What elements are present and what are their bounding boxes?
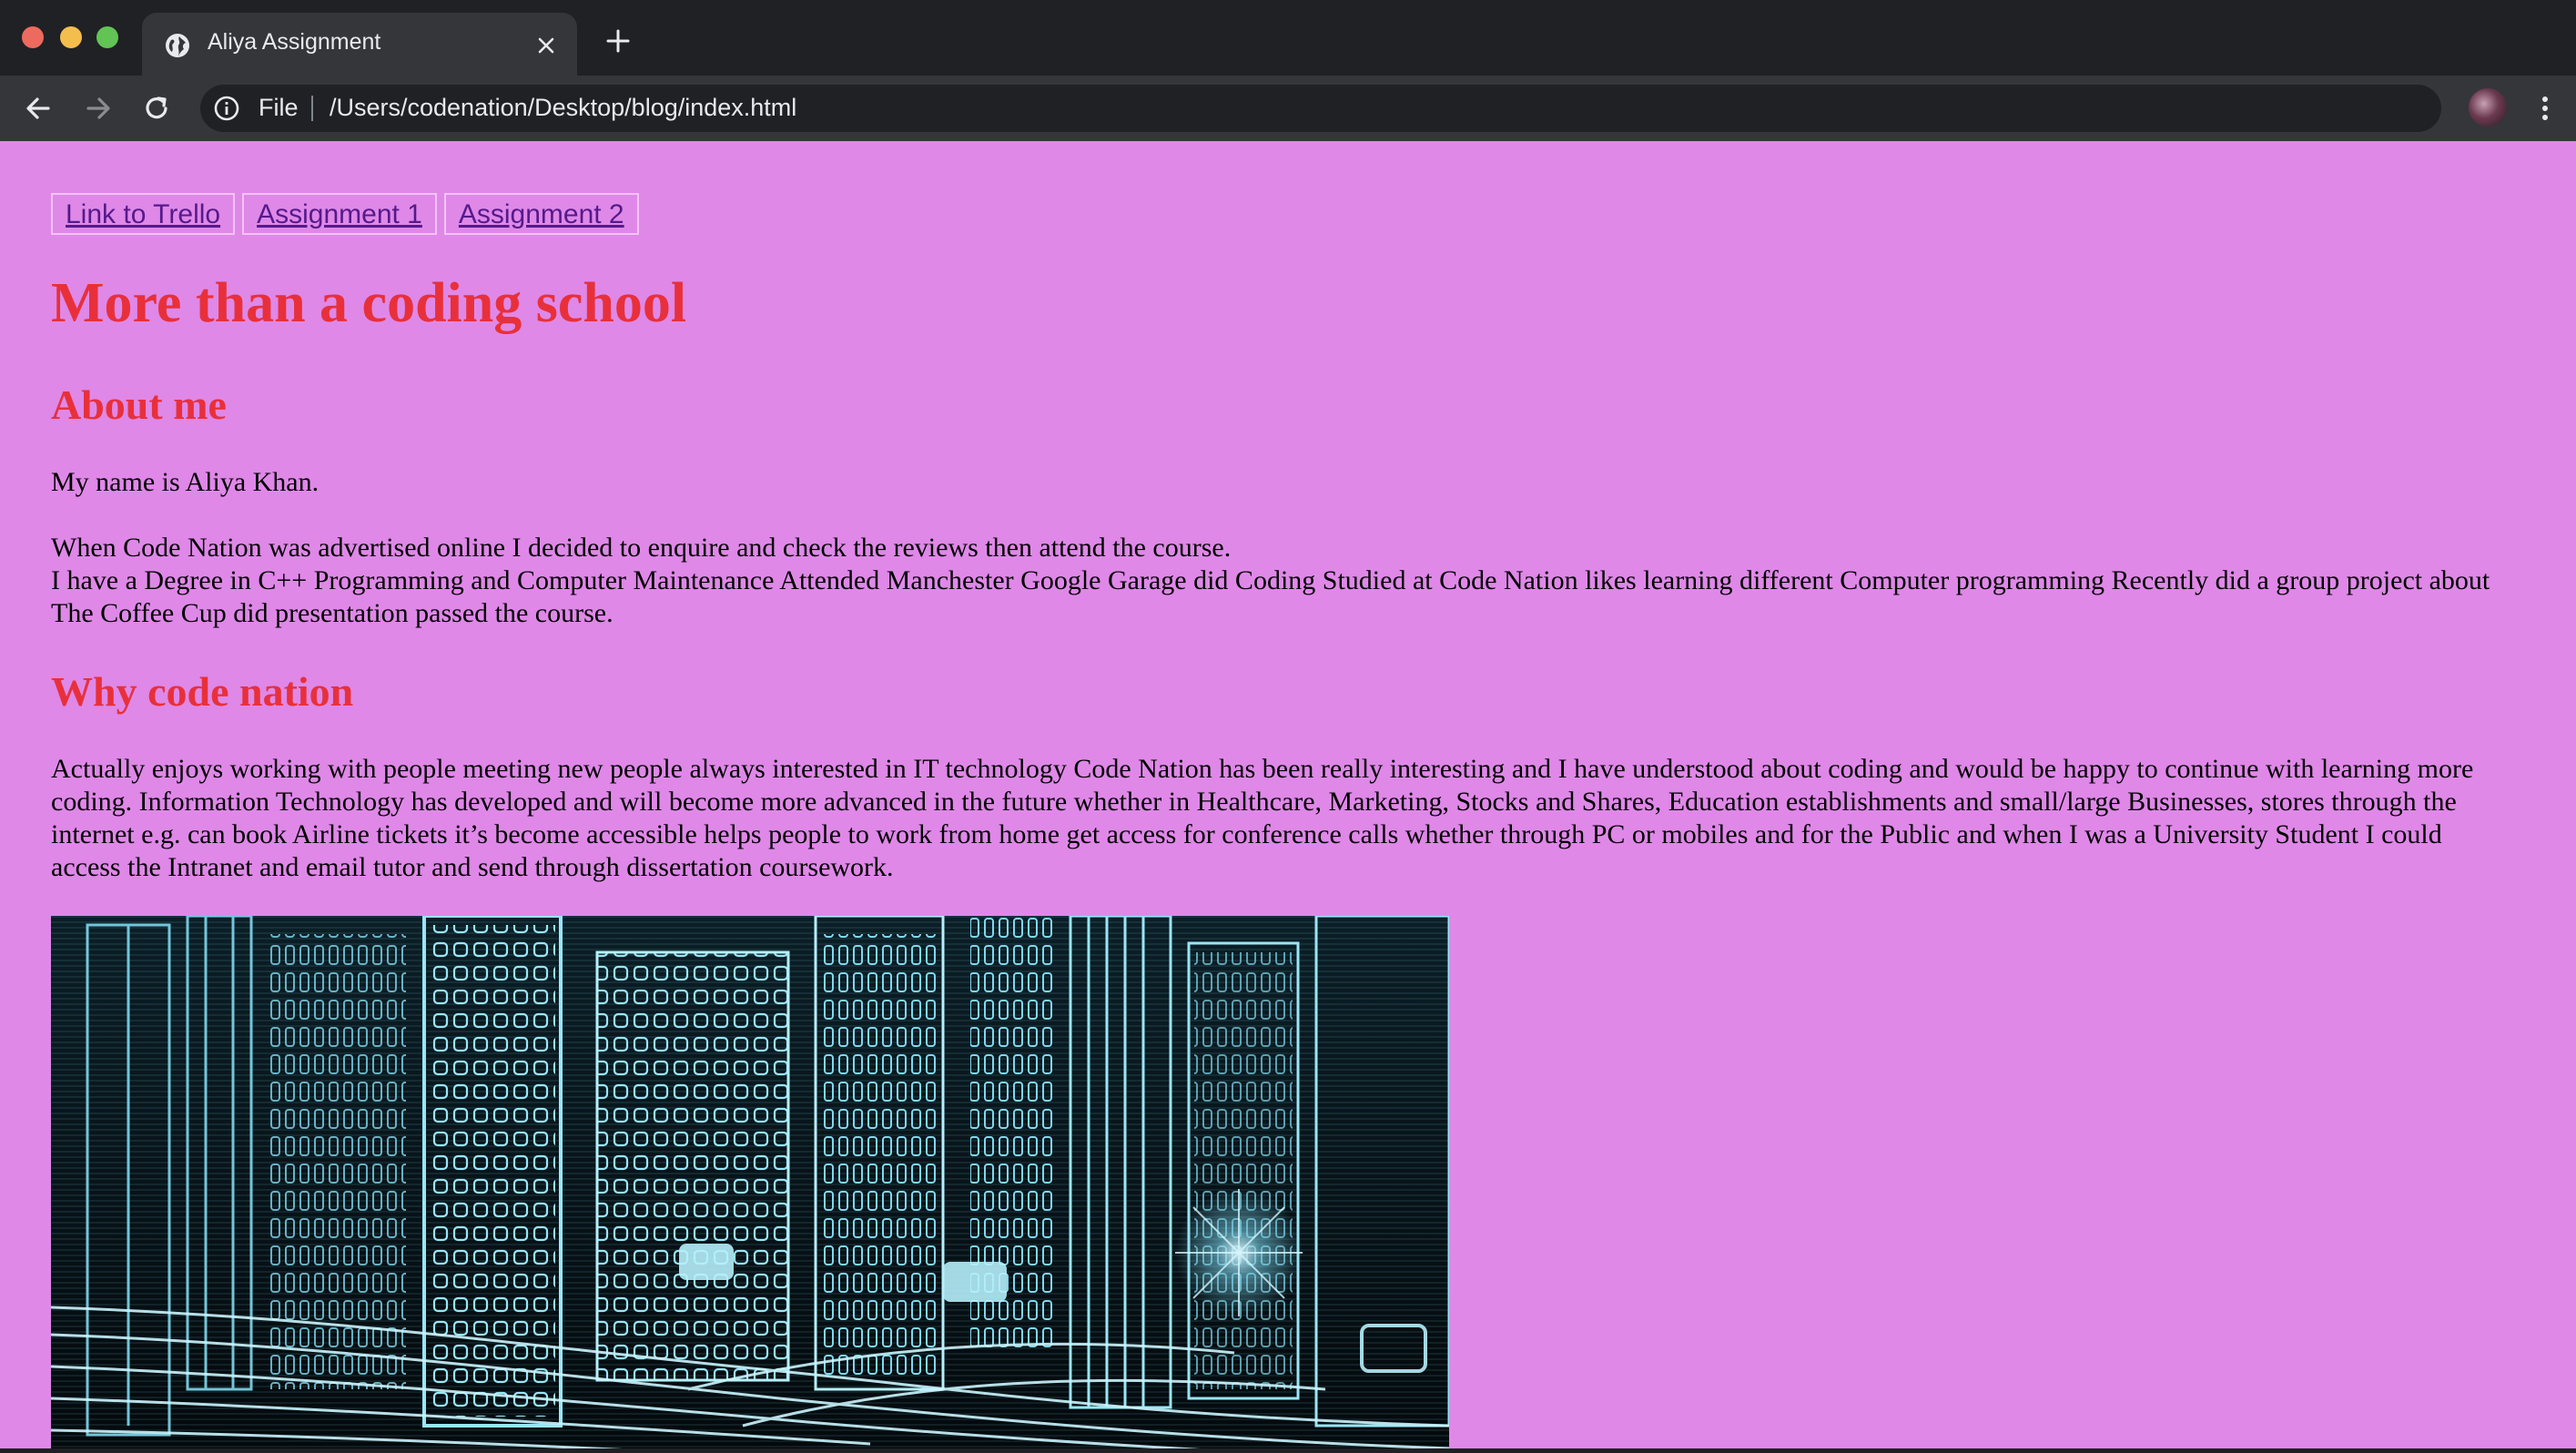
link-assignment-2[interactable]: Assignment 2: [443, 193, 639, 235]
close-icon[interactable]: [533, 33, 559, 58]
scheme-label: File: [259, 94, 299, 121]
address-bar[interactable]: File /Users/codenation/Desktop/blog/inde…: [200, 85, 2441, 132]
reload-icon[interactable]: [140, 92, 173, 125]
about-line-2: I have a Degree in C++ Programming and C…: [51, 565, 2490, 628]
maximize-window-button[interactable]: [96, 26, 118, 48]
minimize-window-button[interactable]: [60, 26, 82, 48]
globe-icon: [166, 34, 189, 57]
why-paragraph: Actually enjoys working with people meet…: [51, 754, 2474, 882]
name-line: My name is Aliya Khan.: [51, 467, 319, 497]
bottom-shelf: [0, 1448, 2576, 1453]
active-tab[interactable]: Aliya Assignment: [142, 13, 577, 76]
arrow-left-icon[interactable]: [22, 92, 55, 125]
tab-strip: Aliya Assignment: [0, 0, 2576, 76]
kebab-menu-icon[interactable]: [2529, 92, 2561, 125]
arrow-right-icon[interactable]: [82, 92, 115, 125]
why-heading: Why code nation: [51, 668, 354, 715]
link-trello[interactable]: Link to Trello: [51, 193, 236, 235]
info-icon[interactable]: [213, 95, 240, 122]
profile-avatar[interactable]: [2469, 88, 2507, 127]
page-title: More than a coding school: [51, 272, 687, 334]
about-heading: About me: [51, 381, 227, 428]
link-assignment-1[interactable]: Assignment 1: [242, 193, 437, 235]
city-circuit-artwork: [51, 916, 1449, 1448]
close-window-button[interactable]: [22, 26, 44, 48]
browser-toolbar: File /Users/codenation/Desktop/blog/inde…: [0, 76, 2576, 141]
plus-icon[interactable]: [604, 27, 632, 55]
page-nav: Link to Trello Assignment 1 Assignment 2: [51, 193, 639, 235]
tab-title: Aliya Assignment: [208, 29, 381, 55]
about-paragraph: When Code Nation was advertised online I…: [51, 532, 2509, 630]
address-separator: [311, 96, 313, 121]
about-line-1: When Code Nation was advertised online I…: [51, 533, 1232, 563]
url-text[interactable]: /Users/codenation/Desktop/blog/index.htm…: [330, 94, 796, 122]
page-viewport: Link to Trello Assignment 1 Assignment 2…: [0, 141, 2576, 1448]
city-circuit-image: [51, 916, 1449, 1448]
